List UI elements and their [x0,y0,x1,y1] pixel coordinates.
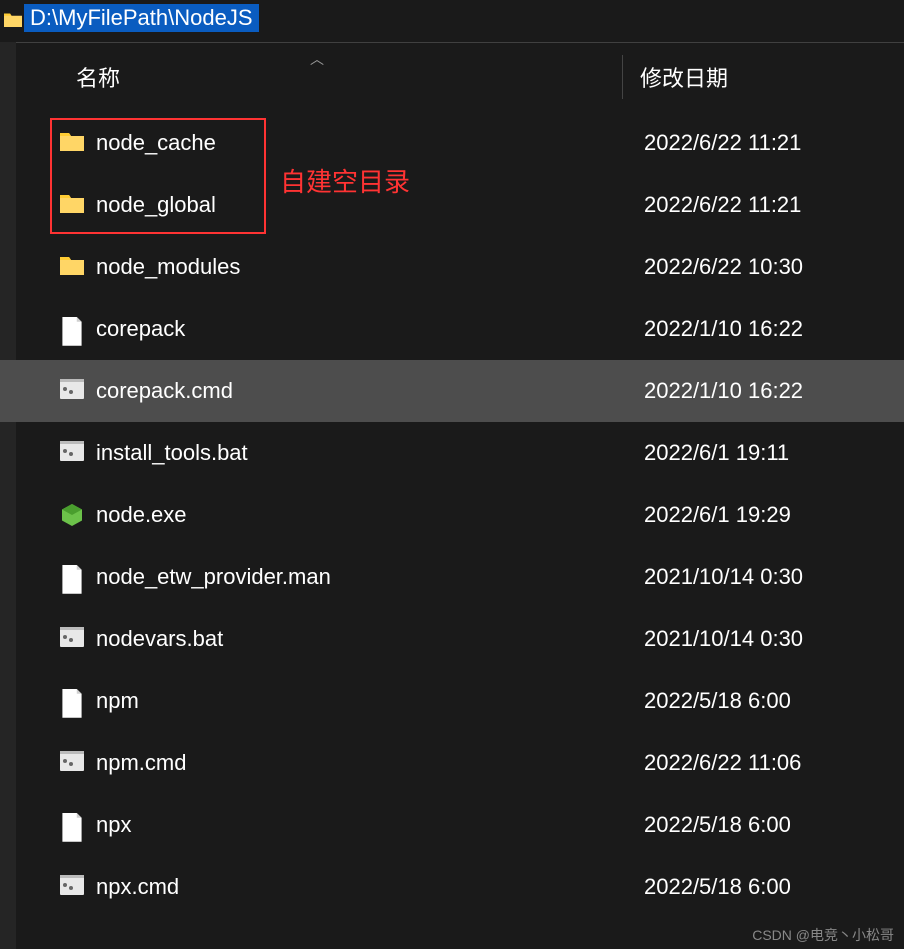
file-name: node.exe [96,502,636,528]
file-row[interactable]: node_etw_provider.man2021/10/14 0:30 [0,546,904,608]
file-name: node_global [96,192,636,218]
file-row[interactable]: install_tools.bat2022/6/1 19:11 [0,422,904,484]
file-icon [60,565,84,589]
file-date: 2022/6/22 11:21 [636,192,801,218]
folder-icon [60,255,84,279]
cmd-icon [60,627,84,651]
watermark: CSDN @电竞丶小松哥 [752,925,894,945]
file-name: npm [96,688,636,714]
file-name: npm.cmd [96,750,636,776]
file-row[interactable]: corepack.cmd2022/1/10 16:22 [0,360,904,422]
file-icon [60,317,84,341]
file-date: 2022/5/18 6:00 [636,812,791,838]
file-row[interactable]: npx2022/5/18 6:00 [0,794,904,856]
folder-icon [4,12,22,26]
column-separator[interactable] [622,55,623,99]
file-name: corepack [96,316,636,342]
file-date: 2022/6/22 11:21 [636,130,801,156]
file-date: 2022/6/22 10:30 [636,254,803,280]
file-date: 2021/10/14 0:30 [636,626,803,652]
file-name: corepack.cmd [96,378,636,404]
file-icon [60,813,84,837]
file-date: 2022/1/10 16:22 [636,378,803,404]
sort-caret-icon: ︿ [310,49,324,69]
file-row[interactable]: node_global2022/6/22 11:21 [0,174,904,236]
file-row[interactable]: npx.cmd2022/5/18 6:00 [0,856,904,918]
column-header-date[interactable]: 修改日期 [632,61,728,93]
file-date: 2022/6/22 11:06 [636,750,801,776]
folder-icon [60,131,84,155]
file-date: 2022/6/1 19:29 [636,502,791,528]
file-row[interactable]: npm.cmd2022/6/22 11:06 [0,732,904,794]
cmd-icon [60,441,84,465]
file-row[interactable]: nodevars.bat2021/10/14 0:30 [0,608,904,670]
file-row[interactable]: npm2022/5/18 6:00 [0,670,904,732]
folder-icon [60,193,84,217]
file-name: node_etw_provider.man [96,564,636,590]
file-date: 2022/1/10 16:22 [636,316,803,342]
cmd-icon [60,875,84,899]
file-row[interactable]: node_cache2022/6/22 11:21 [0,112,904,174]
file-row[interactable]: corepack2022/1/10 16:22 [0,298,904,360]
file-name: node_modules [96,254,636,280]
address-path[interactable]: D:\MyFilePath\NodeJS [24,4,259,32]
cmd-icon [60,379,84,403]
cmd-icon [60,751,84,775]
column-header-row: ︿ 名称 修改日期 [0,43,904,112]
file-row[interactable]: node_modules2022/6/22 10:30 [0,236,904,298]
file-name: install_tools.bat [96,440,636,466]
file-icon [60,689,84,713]
file-list: 自建空目录 node_cache2022/6/22 11:21node_glob… [0,112,904,918]
file-name: node_cache [96,130,636,156]
file-date: 2022/5/18 6:00 [636,688,791,714]
file-name: npx.cmd [96,874,636,900]
file-date: 2022/5/18 6:00 [636,874,791,900]
file-row[interactable]: node.exe2022/6/1 19:29 [0,484,904,546]
file-date: 2021/10/14 0:30 [636,564,803,590]
file-date: 2022/6/1 19:11 [636,440,789,466]
address-bar[interactable]: D:\MyFilePath\NodeJS [0,0,904,36]
file-name: npx [96,812,636,838]
file-name: nodevars.bat [96,626,636,652]
node-icon [60,503,84,527]
